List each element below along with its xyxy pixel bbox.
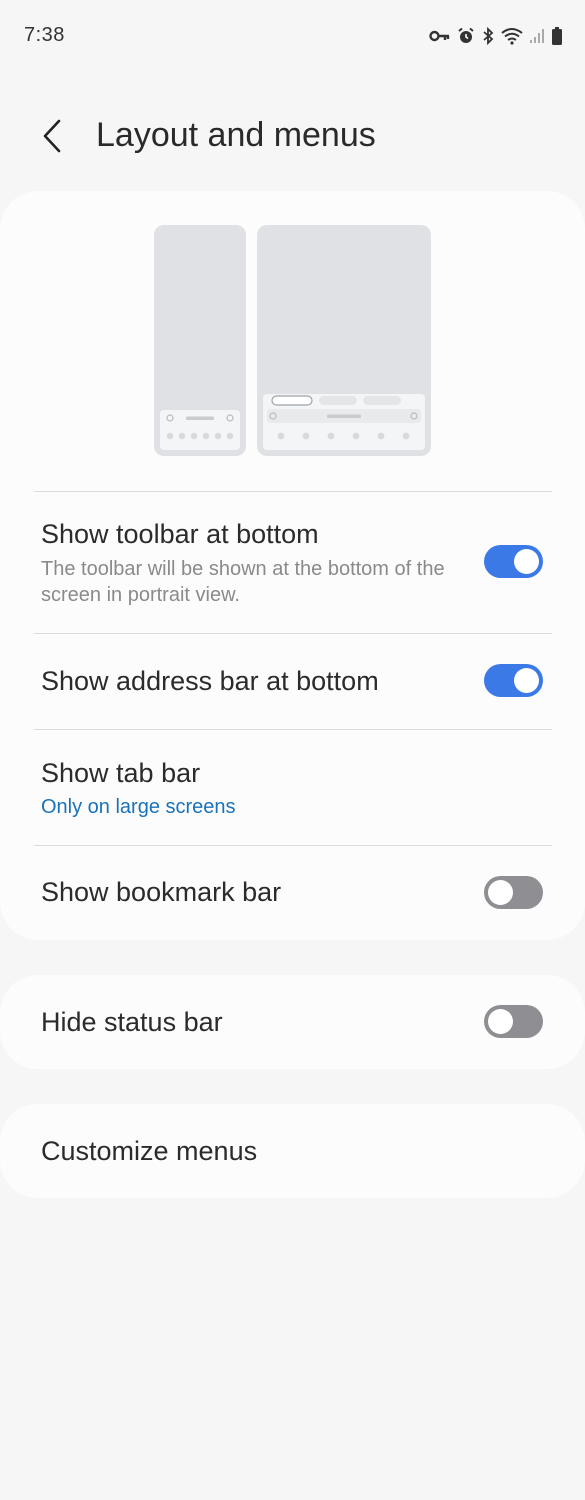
address-bar-bottom-title: Show address bar at bottom [41,666,379,696]
tab-bar-row[interactable]: Show tab bar Only on large screens [0,730,585,845]
toggle-knob [514,549,539,574]
hide-status-bar-toggle[interactable] [484,1005,543,1038]
customize-menus-title: Customize menus [41,1136,258,1166]
back-button[interactable] [28,114,76,162]
toolbar-bottom-description: The toolbar will be shown at the bottom … [41,558,445,606]
chevron-left-icon [41,118,63,159]
hide-status-bar-card: Hide status bar [0,975,585,1069]
address-bar-bottom-toggle[interactable] [484,664,543,697]
preview-phone-small [154,225,246,456]
status-time: 7:38 [24,24,65,46]
bookmark-bar-title: Show bookmark bar [41,877,282,907]
preview-phone-large [257,225,431,456]
customize-menus-row[interactable]: Customize menus [0,1104,585,1198]
signal-icon [529,28,545,44]
bookmark-bar-row[interactable]: Show bookmark bar [0,846,585,940]
status-icons [429,24,563,48]
page-title: Layout and menus [96,116,376,154]
toolbar-bottom-row[interactable]: Show toolbar at bottom The toolbar will … [0,493,585,633]
preview-large-toolbar [263,394,425,450]
customize-menus-card: Customize menus [0,1104,585,1198]
preview-small-toolbar [160,410,240,450]
toggle-knob [488,880,513,905]
layout-settings-card: Show toolbar at bottom The toolbar will … [0,191,585,940]
toggle-knob [514,668,539,693]
bluetooth-icon [481,27,495,45]
alarm-icon [457,27,475,45]
hide-status-bar-title: Hide status bar [41,1007,223,1037]
layout-preview-illustration [154,225,431,457]
vpn-key-icon [429,29,451,43]
toolbar-bottom-title: Show toolbar at bottom [41,519,319,549]
tab-bar-value: Only on large screens [41,796,236,818]
battery-icon [551,26,563,46]
tab-bar-title: Show tab bar [41,758,201,788]
toolbar-bottom-toggle[interactable] [484,545,543,578]
toggle-knob [488,1009,513,1034]
wifi-icon [501,27,523,45]
status-bar: 7:38 [0,0,585,72]
divider [34,491,552,492]
app-bar: Layout and menus [0,96,585,180]
bookmark-bar-toggle[interactable] [484,876,543,909]
address-bar-bottom-row[interactable]: Show address bar at bottom [0,634,585,729]
hide-status-bar-row[interactable]: Hide status bar [0,975,585,1069]
